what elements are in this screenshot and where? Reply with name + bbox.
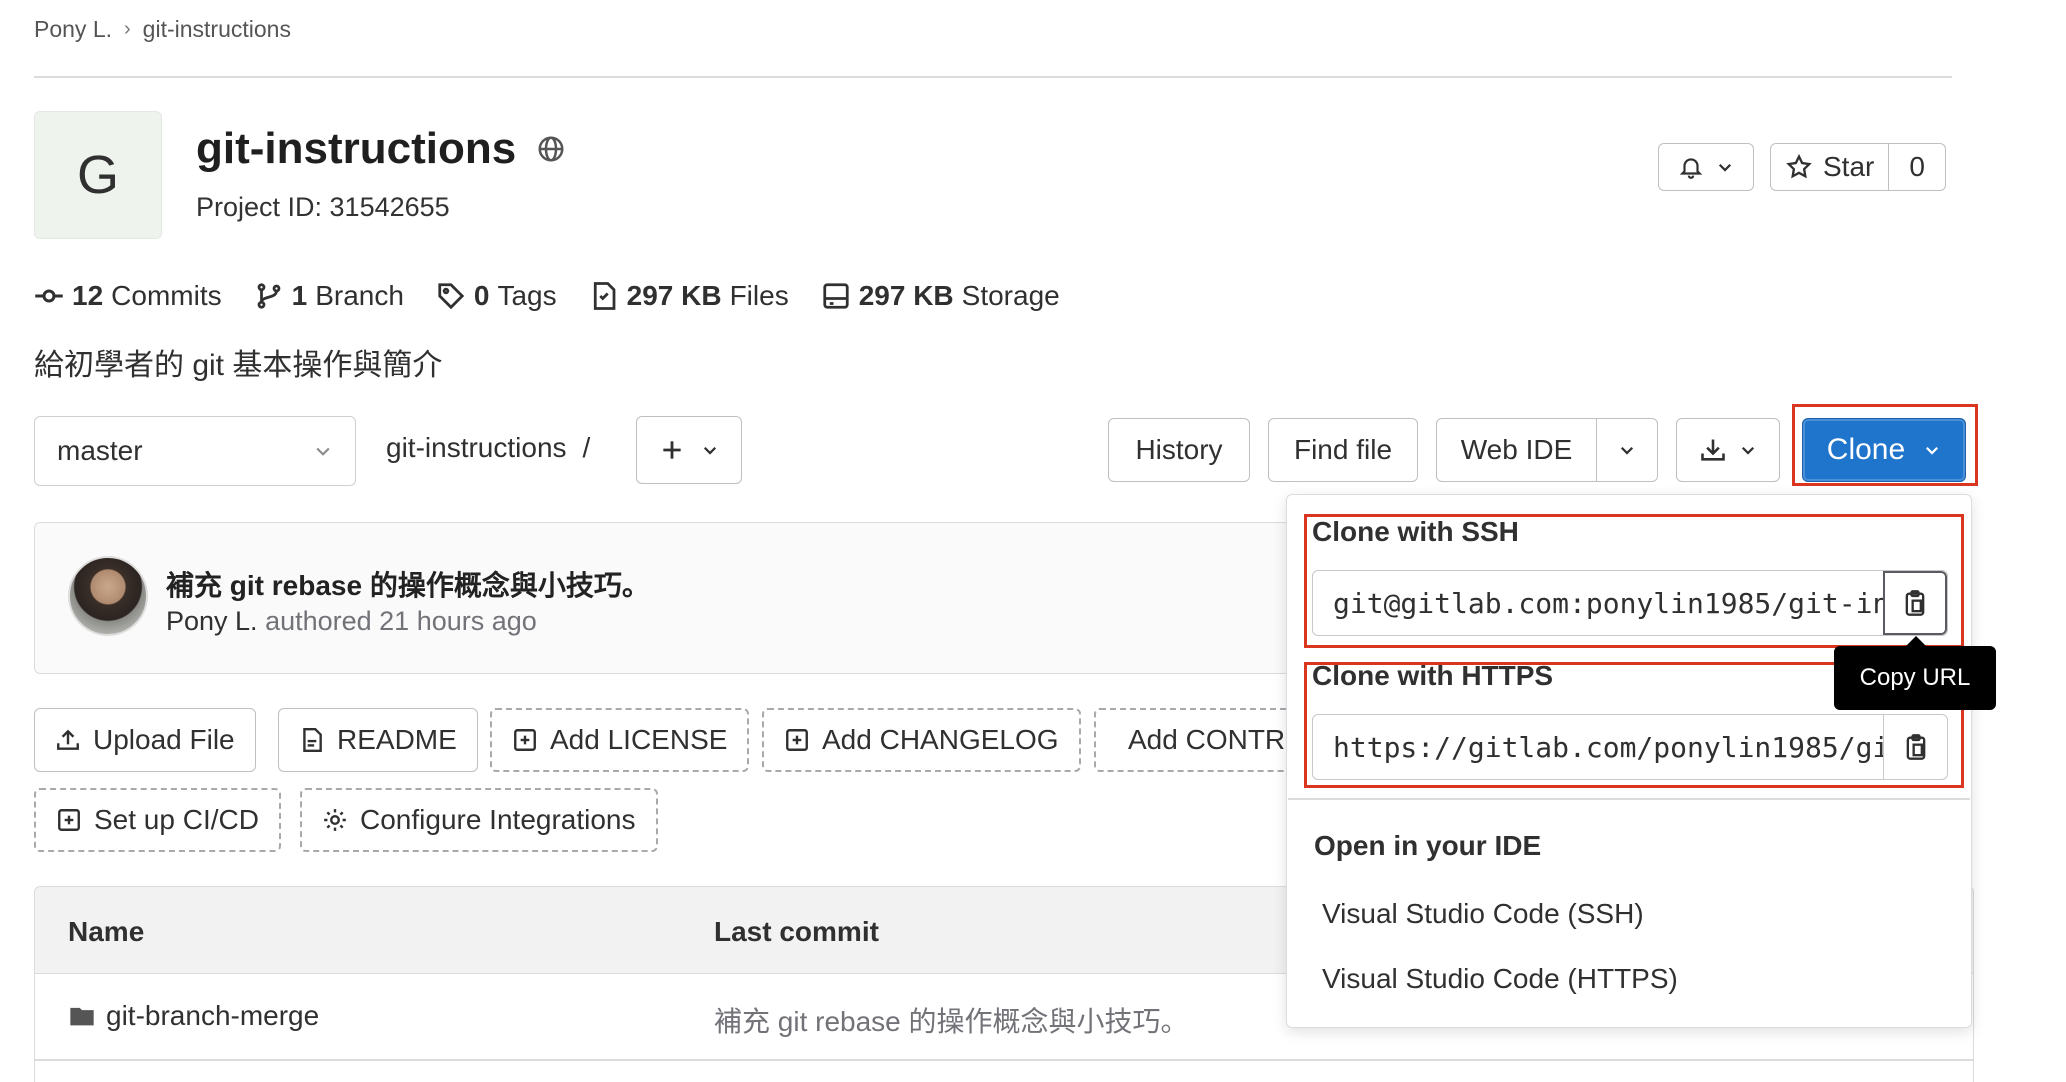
add-changelog-button[interactable]: Add CHANGELOG <box>762 708 1081 772</box>
last-commit-cell[interactable]: 補充 git rebase 的操作概念與小技巧。 <box>714 1000 1189 1040</box>
gear-icon <box>324 809 346 831</box>
web-ide-button[interactable]: Web IDE <box>1437 419 1597 481</box>
branch-selector-value: master <box>57 435 143 466</box>
star-button[interactable]: Star 0 <box>1770 143 1946 191</box>
table-row <box>34 1060 1974 1082</box>
highlight-box-clone <box>1792 404 1978 486</box>
add-to-tree-dropdown[interactable] <box>636 416 742 484</box>
commits-count: 12 <box>72 280 104 311</box>
upload-file-button[interactable]: Upload File <box>34 708 256 772</box>
storage-label: Storage <box>961 280 1060 311</box>
file-name-cell[interactable]: git-branch-merge <box>68 1000 319 1032</box>
tags-label: Tags <box>497 280 557 311</box>
chevron-down-icon <box>1741 446 1755 455</box>
chevron-down-icon <box>703 446 717 455</box>
download-dropdown-button[interactable] <box>1676 418 1780 482</box>
repo-path: git-instructions / <box>386 432 590 464</box>
branch-icon <box>257 283 280 309</box>
clone-panel-divider <box>1288 798 1970 800</box>
chevron-down-icon <box>1620 446 1634 455</box>
highlight-box-ssh <box>1304 514 1964 648</box>
plus-square-icon <box>514 729 536 751</box>
find-file-button[interactable]: Find file <box>1268 418 1418 482</box>
file-icon <box>593 282 616 310</box>
notification-dropdown-button[interactable] <box>1658 143 1754 191</box>
plus-square-icon <box>786 729 808 751</box>
document-icon <box>303 727 322 753</box>
storage-stat[interactable]: 297 KB Storage <box>821 280 1060 312</box>
last-commit-meta: Pony L. authored 21 hours ago <box>166 606 537 637</box>
configure-integrations-button[interactable]: Configure Integrations <box>300 788 658 852</box>
chevron-down-icon <box>1718 163 1732 172</box>
branch-label: Branch <box>315 280 404 311</box>
breadcrumb-project-link[interactable]: git-instructions <box>143 16 291 43</box>
tag-icon <box>438 283 465 310</box>
plus-icon <box>663 441 681 459</box>
project-avatar: G <box>34 111 162 239</box>
commits-label: Commits <box>111 280 222 311</box>
readme-button[interactable]: README <box>278 708 478 772</box>
chevron-down-icon <box>316 447 330 456</box>
repo-path-separator: / <box>582 432 591 463</box>
project-id: Project ID: 31542655 <box>196 192 450 222</box>
project-name: git-instructions <box>196 124 517 173</box>
branch-count: 1 <box>291 280 308 311</box>
repo-path-root-link[interactable]: git-instructions <box>386 432 567 464</box>
commit-author-link[interactable]: Pony L. <box>166 606 258 636</box>
breadcrumb-separator: › <box>124 17 131 40</box>
add-changelog-label: Add CHANGELOG <box>822 724 1059 755</box>
plus-square-icon <box>58 809 80 831</box>
files-size: 297 KB <box>626 280 722 311</box>
setup-cicd-label: Set up CI/CD <box>94 804 259 835</box>
branch-stat[interactable]: 1 Branch <box>254 280 404 312</box>
commits-stat[interactable]: 12 Commits <box>34 280 222 312</box>
tags-stat[interactable]: 0 Tags <box>436 280 557 312</box>
tooltip-arrow <box>1906 636 1926 646</box>
column-header-last-commit: Last commit <box>714 916 879 947</box>
web-ide-split-button: Web IDE <box>1436 418 1658 482</box>
tags-count: 0 <box>473 280 490 311</box>
open-vscode-ssh-item[interactable]: Visual Studio Code (SSH) <box>1322 898 1644 930</box>
configure-integrations-label: Configure Integrations <box>360 804 636 835</box>
commit-icon <box>35 289 63 303</box>
project-description: 給初學者的 git 基本操作與簡介 <box>34 349 443 382</box>
star-icon <box>1786 153 1812 179</box>
upload-file-label: Upload File <box>93 724 235 755</box>
project-title: git-instructions <box>196 124 566 174</box>
folder-link[interactable]: git-branch-merge <box>106 1000 319 1032</box>
project-stats: 12 Commits 1 Branch 0 Tags 297 KB Files … <box>34 276 1060 316</box>
branch-selector[interactable]: master <box>34 416 356 486</box>
readme-label: README <box>337 724 457 755</box>
upload-icon <box>57 729 79 750</box>
files-label: Files <box>729 280 789 311</box>
add-license-button[interactable]: Add LICENSE <box>490 708 750 772</box>
setup-cicd-button[interactable]: Set up CI/CD <box>34 788 281 852</box>
star-label: Star <box>1823 151 1875 182</box>
open-in-ide-label: Open in your IDE <box>1314 830 1542 861</box>
storage-icon <box>823 283 849 309</box>
header-divider <box>34 76 1952 78</box>
breadcrumb-owner-link[interactable]: Pony L. <box>34 16 112 43</box>
last-commit-title[interactable]: 補充 git rebase 的操作概念與小技巧。 <box>166 564 650 604</box>
star-count[interactable]: 0 <box>1889 144 1945 190</box>
column-header-name: Name <box>68 916 145 947</box>
history-button[interactable]: History <box>1108 418 1250 482</box>
bell-icon <box>1679 158 1703 179</box>
storage-size: 297 KB <box>858 280 954 311</box>
files-stat[interactable]: 297 KB Files <box>589 280 789 312</box>
download-icon <box>1701 439 1725 461</box>
commit-time: authored 21 hours ago <box>265 606 537 636</box>
star-button-main[interactable]: Star <box>1771 144 1890 190</box>
breadcrumb: Pony L. › git-instructions <box>34 14 291 44</box>
web-ide-dropdown-toggle[interactable] <box>1597 419 1657 481</box>
copy-url-tooltip: Copy URL <box>1834 646 1996 710</box>
public-globe-icon <box>538 136 564 162</box>
open-vscode-https-item[interactable]: Visual Studio Code (HTTPS) <box>1322 963 1678 995</box>
folder-icon <box>70 1007 94 1026</box>
author-avatar[interactable] <box>68 556 148 636</box>
add-license-label: Add LICENSE <box>550 724 728 755</box>
